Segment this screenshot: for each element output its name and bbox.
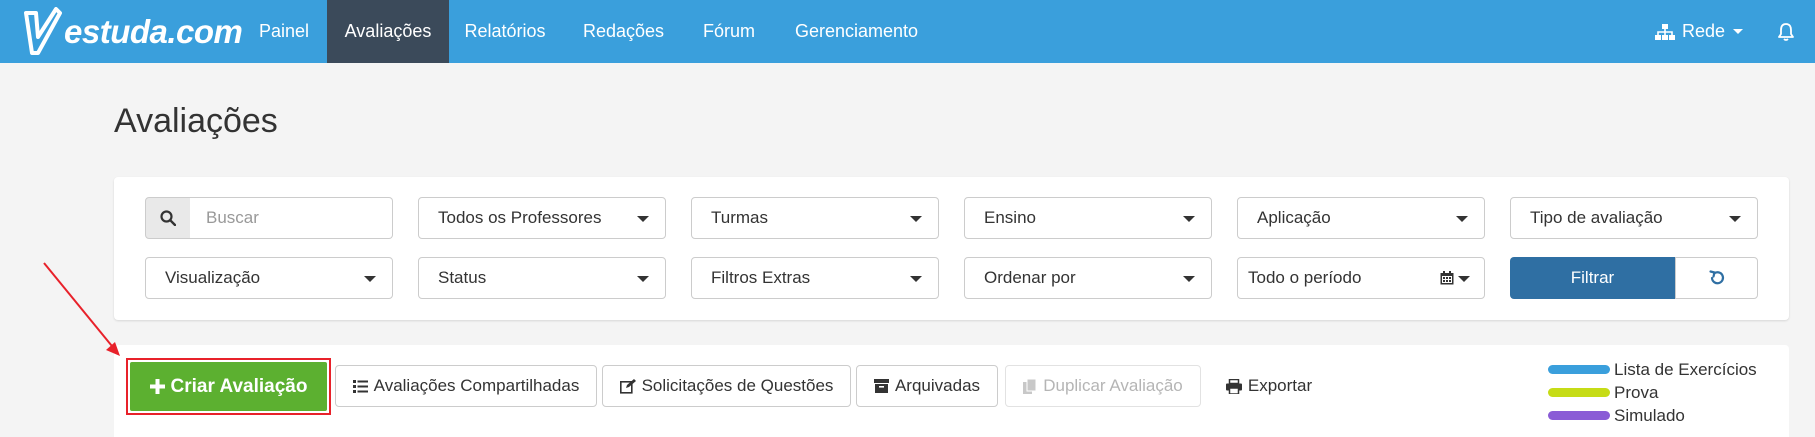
archived-label: Arquivadas	[894, 376, 981, 395]
network-label: Rede	[1682, 21, 1726, 41]
search-icon	[160, 210, 176, 226]
turmas-value: Turmas	[711, 208, 768, 227]
sitemap-icon	[1655, 23, 1675, 40]
evaluation-type-legend: Lista de Exercícios Prova Simulado	[1548, 358, 1757, 427]
reset-filters-button[interactable]	[1675, 257, 1758, 299]
legend-label: Simulado	[1614, 405, 1685, 425]
caret-down-icon	[910, 216, 922, 222]
duplicate-evaluation-button[interactable]: Duplicar Avaliação	[1005, 365, 1201, 407]
turmas-select[interactable]: Turmas	[691, 197, 939, 239]
undo-icon	[1708, 270, 1724, 285]
ensino-value: Ensino	[984, 208, 1036, 227]
caret-down-icon	[1183, 276, 1195, 282]
bell-icon	[1778, 22, 1794, 41]
legend-swatch	[1548, 411, 1610, 420]
caret-down-icon	[910, 276, 922, 282]
professores-select[interactable]: Todos os Professores	[418, 197, 666, 239]
duplicate-evaluation-label: Duplicar Avaliação	[1043, 376, 1183, 395]
ordenar-select[interactable]: Ordenar por	[964, 257, 1212, 299]
filtros-extras-select[interactable]: Filtros Extras	[691, 257, 939, 299]
caret-down-icon	[1729, 216, 1741, 222]
create-evaluation-label: Criar Avaliação	[170, 375, 308, 397]
archived-button[interactable]: Arquivadas	[856, 365, 998, 407]
create-evaluation-highlight[interactable]: Criar Avaliação	[126, 358, 331, 415]
aplicacao-value: Aplicação	[1257, 208, 1331, 227]
print-icon	[1225, 378, 1242, 394]
shared-evaluations-label: Avaliações Compartilhadas	[373, 376, 580, 395]
question-requests-label: Solicitações de Questões	[641, 376, 834, 395]
create-evaluation-button[interactable]: Criar Avaliação	[130, 362, 327, 411]
page-title: Avaliações	[114, 102, 278, 140]
calendar-icon	[1440, 271, 1454, 285]
visualizacao-value: Visualização	[165, 268, 261, 287]
search-addon[interactable]	[145, 197, 191, 239]
list-icon	[352, 379, 368, 393]
checkmark-logo-icon	[24, 7, 62, 55]
caret-down-icon	[637, 276, 649, 282]
network-menu[interactable]: Rede	[1655, 0, 1744, 63]
tipo-avaliacao-value: Tipo de avaliação	[1530, 208, 1663, 227]
professores-value: Todos os Professores	[438, 208, 602, 227]
nav-avaliacoes[interactable]: Avaliações	[327, 0, 449, 63]
plus-icon	[149, 379, 165, 394]
export-button[interactable]: Exportar	[1214, 365, 1324, 407]
aplicacao-select[interactable]: Aplicação	[1237, 197, 1485, 239]
nav-forum[interactable]: Fórum	[689, 0, 769, 63]
legend-swatch	[1548, 388, 1610, 397]
legend-label: Prova	[1614, 382, 1659, 402]
visualizacao-select[interactable]: Visualização	[145, 257, 393, 299]
nav-gerenciamento[interactable]: Gerenciamento	[790, 0, 923, 63]
caret-down-icon	[1456, 216, 1468, 222]
nav-redacoes[interactable]: Redações	[566, 0, 681, 63]
caret-down-icon	[1458, 276, 1470, 282]
export-label: Exportar	[1247, 376, 1313, 395]
question-requests-button[interactable]: Solicitações de Questões	[602, 365, 851, 407]
filtrar-button[interactable]: Filtrar	[1510, 257, 1675, 299]
caret-down-icon	[1183, 216, 1195, 222]
legend-item: Prova	[1548, 381, 1757, 404]
legend-swatch	[1548, 365, 1610, 374]
brand-logo[interactable]: estuda.com	[22, 6, 243, 58]
periodo-value: Todo o período	[1248, 268, 1362, 287]
notifications-button[interactable]	[1777, 0, 1795, 63]
filtros-extras-value: Filtros Extras	[711, 268, 811, 287]
caret-down-icon	[637, 216, 649, 222]
caret-down-icon	[364, 276, 376, 282]
status-value: Status	[438, 268, 487, 287]
brand-name: estuda.com	[64, 13, 243, 50]
nav-painel[interactable]: Painel	[240, 0, 328, 63]
copy-icon	[1023, 378, 1037, 394]
ordenar-value: Ordenar por	[984, 268, 1076, 287]
legend-item: Simulado	[1548, 404, 1757, 427]
edit-icon	[619, 378, 636, 394]
archive-icon	[873, 379, 889, 393]
status-select[interactable]: Status	[418, 257, 666, 299]
ensino-select[interactable]: Ensino	[964, 197, 1212, 239]
periodo-picker[interactable]: Todo o período	[1237, 257, 1485, 299]
shared-evaluations-button[interactable]: Avaliações Compartilhadas	[335, 365, 597, 407]
legend-item: Lista de Exercícios	[1548, 358, 1757, 381]
tipo-avaliacao-select[interactable]: Tipo de avaliação	[1510, 197, 1758, 239]
search-input[interactable]: Buscar	[190, 197, 393, 239]
top-navbar: estuda.com Painel Avaliações Relatórios …	[0, 0, 1815, 63]
nav-relatorios[interactable]: Relatórios	[449, 0, 561, 63]
chevron-down-icon	[1733, 29, 1744, 34]
legend-label: Lista de Exercícios	[1614, 359, 1757, 379]
